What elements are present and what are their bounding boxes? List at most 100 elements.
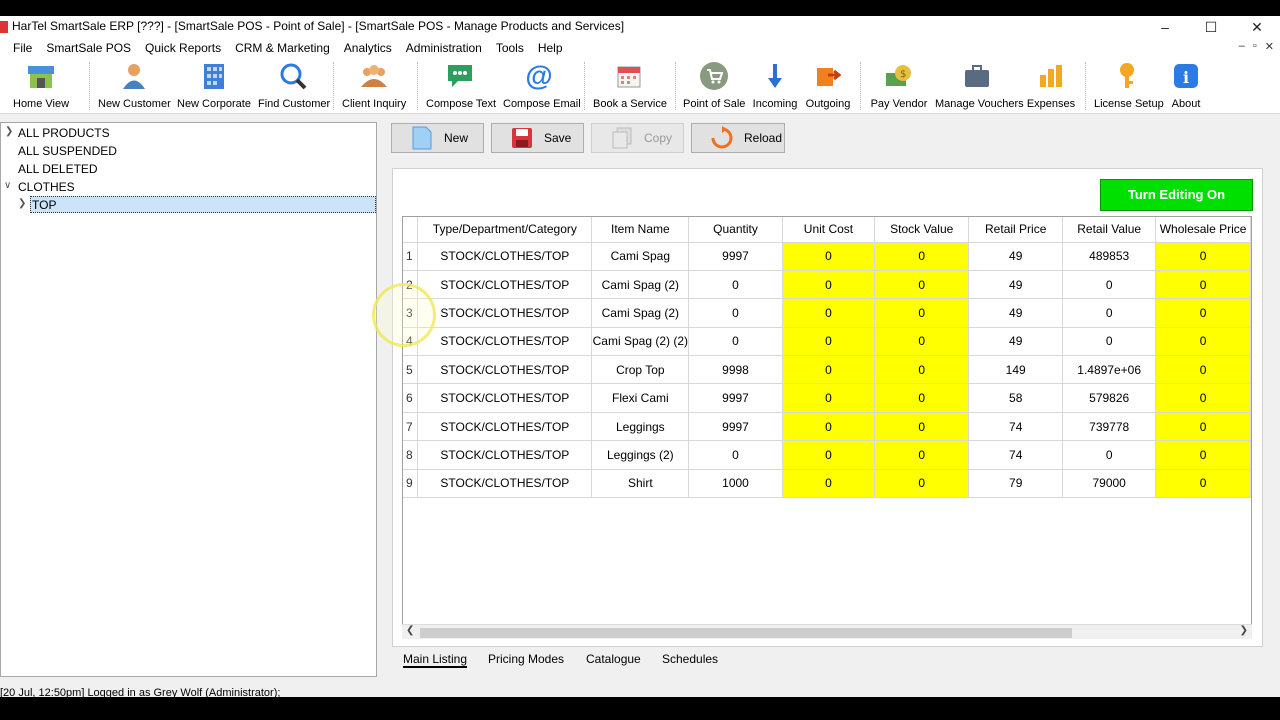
horizontal-scrollbar[interactable]: ❮ ❯ xyxy=(402,624,1252,639)
tree-item-top[interactable]: TOP xyxy=(32,198,56,212)
column-header[interactable]: Type/Department/Category xyxy=(417,217,593,243)
cell-type[interactable]: STOCK/CLOTHES/TOP xyxy=(417,242,593,271)
pay-vendor-button[interactable]: $ Pay Vendor xyxy=(869,62,929,112)
tree-item-all-products[interactable]: ALL PRODUCTS xyxy=(18,126,110,140)
column-header[interactable]: Wholesale Price xyxy=(1155,217,1251,243)
menu-tools[interactable]: Tools xyxy=(489,41,531,55)
new-customer-button[interactable]: New Customer xyxy=(98,62,171,112)
chevron-right-icon[interactable]: ❯ xyxy=(5,126,13,137)
new-corporate-button[interactable]: New Corporate xyxy=(177,62,251,112)
cell-item[interactable]: Leggings xyxy=(591,412,690,442)
tab-catalogue[interactable]: Catalogue xyxy=(586,650,641,668)
table-row[interactable]: 8 STOCK/CLOTHES/TOP Leggings (2) 0 0 0 74 0 0 xyxy=(403,440,1251,470)
about-button[interactable]: i About xyxy=(1168,62,1204,112)
cell-type[interactable]: STOCK/CLOTHES/TOP xyxy=(417,270,593,300)
cell-type[interactable]: STOCK/CLOTHES/TOP xyxy=(417,440,593,470)
copy-button[interactable]: Copy xyxy=(591,123,684,153)
cell-unit-cost[interactable]: 0 xyxy=(782,298,876,328)
cell-stock-value[interactable]: 0 xyxy=(874,440,970,470)
save-button[interactable]: Save xyxy=(491,123,584,153)
cell-qty[interactable]: 0 xyxy=(688,440,783,470)
column-header[interactable]: Quantity xyxy=(688,217,783,243)
scrollbar-thumb[interactable] xyxy=(420,628,1072,638)
cell-stock-value[interactable]: 0 xyxy=(874,383,970,413)
cell-retail-value[interactable]: 489853 xyxy=(1062,242,1157,271)
cell-qty[interactable]: 9997 xyxy=(688,242,783,271)
cell-retail-price[interactable]: 49 xyxy=(968,327,1064,357)
table-row[interactable]: 1 STOCK/CLOTHES/TOP Cami Spag 9997 0 0 49 48985… xyxy=(403,242,1251,271)
point-of-sale-button[interactable]: Point of Sale xyxy=(683,62,745,112)
cell-type[interactable]: STOCK/CLOTHES/TOP xyxy=(417,412,593,442)
compose-email-button[interactable]: @ Compose Email xyxy=(503,62,581,112)
cell-item[interactable]: Leggings (2) xyxy=(591,440,690,470)
table-row[interactable]: 3 STOCK/CLOTHES/TOP Cami Spag (2) 0 0 0 49 0 0 xyxy=(403,298,1251,328)
cell-unit-cost[interactable]: 0 xyxy=(782,355,876,385)
menu-smartsale-pos[interactable]: SmartSale POS xyxy=(39,41,138,55)
maximize-button[interactable]: ☐ xyxy=(1188,16,1234,38)
cell-item[interactable]: Cami Spag xyxy=(591,242,690,271)
manage-vouchers-button[interactable]: Manage Vouchers xyxy=(935,62,1024,112)
find-customer-button[interactable]: Find Customer xyxy=(258,62,330,112)
incoming-button[interactable]: Incoming xyxy=(752,62,798,112)
cell-item[interactable]: Cami Spag (2) (2) xyxy=(591,327,690,357)
menu-crm-marketing[interactable]: CRM & Marketing xyxy=(228,41,337,55)
home-view-button[interactable]: Home View xyxy=(13,62,69,112)
cell-retail-value[interactable]: 0 xyxy=(1062,270,1157,300)
cell-type[interactable]: STOCK/CLOTHES/TOP xyxy=(417,469,593,499)
cell-qty[interactable]: 9998 xyxy=(688,355,783,385)
table-row[interactable]: 4 STOCK/CLOTHES/TOP Cami Spag (2) (2) 0 0 0 49… xyxy=(403,327,1251,357)
cell-item[interactable]: Shirt xyxy=(591,469,690,499)
table-row[interactable]: 9 STOCK/CLOTHES/TOP Shirt 1000 0 0 79 79000 0 xyxy=(403,469,1251,499)
cell-stock-value[interactable]: 0 xyxy=(874,327,970,357)
close-button[interactable]: ✕ xyxy=(1234,16,1280,38)
mdi-minimize-button[interactable]: – xyxy=(1239,40,1245,53)
expenses-button[interactable]: Expenses xyxy=(1026,62,1076,112)
cell-retail-value[interactable]: 579826 xyxy=(1062,383,1157,413)
tree-item-all-suspended[interactable]: ALL SUSPENDED xyxy=(18,144,117,158)
cell-wholesale[interactable]: 0 xyxy=(1155,412,1251,442)
cell-unit-cost[interactable]: 0 xyxy=(782,242,876,271)
cell-stock-value[interactable]: 0 xyxy=(874,298,970,328)
tree-item-all-deleted[interactable]: ALL DELETED xyxy=(18,162,98,176)
cell-unit-cost[interactable]: 0 xyxy=(782,440,876,470)
menu-administration[interactable]: Administration xyxy=(399,41,489,55)
cell-wholesale[interactable]: 0 xyxy=(1155,242,1251,271)
cell-qty[interactable]: 9997 xyxy=(688,412,783,442)
cell-type[interactable]: STOCK/CLOTHES/TOP xyxy=(417,355,593,385)
cell-type[interactable]: STOCK/CLOTHES/TOP xyxy=(417,298,593,328)
cell-retail-value[interactable]: 0 xyxy=(1062,298,1157,328)
scroll-left-icon[interactable]: ❮ xyxy=(406,625,414,636)
cell-stock-value[interactable]: 0 xyxy=(874,270,970,300)
cell-retail-value[interactable]: 739778 xyxy=(1062,412,1157,442)
outgoing-button[interactable]: Outgoing xyxy=(805,62,851,112)
cell-unit-cost[interactable]: 0 xyxy=(782,383,876,413)
tab-main-listing[interactable]: Main Listing xyxy=(403,650,468,668)
cell-wholesale[interactable]: 0 xyxy=(1155,270,1251,300)
menu-help[interactable]: Help xyxy=(531,41,570,55)
column-header[interactable]: Retail Value xyxy=(1062,217,1157,243)
products-grid[interactable]: Type/Department/Category Item Name Quant… xyxy=(402,216,1252,639)
mdi-restore-button[interactable]: ▫ xyxy=(1253,40,1257,53)
table-row[interactable]: 2 STOCK/CLOTHES/TOP Cami Spag (2) 0 0 0 49 0 0 xyxy=(403,270,1251,300)
cell-stock-value[interactable]: 0 xyxy=(874,355,970,385)
cell-item[interactable]: Flexi Cami xyxy=(591,383,690,413)
tab-pricing-modes[interactable]: Pricing Modes xyxy=(488,650,564,668)
book-service-button[interactable]: Book a Service xyxy=(593,62,667,112)
cell-retail-price[interactable]: 74 xyxy=(968,440,1064,470)
cell-retail-value[interactable]: 0 xyxy=(1062,327,1157,357)
cell-retail-value[interactable]: 79000 xyxy=(1062,469,1157,499)
cell-unit-cost[interactable]: 0 xyxy=(782,469,876,499)
cell-unit-cost[interactable]: 0 xyxy=(782,270,876,300)
cell-qty[interactable]: 0 xyxy=(688,298,783,328)
cell-stock-value[interactable]: 0 xyxy=(874,469,970,499)
column-header[interactable]: Stock Value xyxy=(874,217,970,243)
cell-wholesale[interactable]: 0 xyxy=(1155,327,1251,357)
cell-retail-value[interactable]: 1.4897e+06 xyxy=(1062,355,1157,385)
cell-retail-price[interactable]: 79 xyxy=(968,469,1064,499)
category-tree[interactable]: ❯ ALL PRODUCTS ALL SUSPENDED ALL DELETED… xyxy=(0,122,377,677)
menu-quick-reports[interactable]: Quick Reports xyxy=(138,41,228,55)
cell-wholesale[interactable]: 0 xyxy=(1155,383,1251,413)
cell-wholesale[interactable]: 0 xyxy=(1155,469,1251,499)
cell-retail-price[interactable]: 74 xyxy=(968,412,1064,442)
cell-type[interactable]: STOCK/CLOTHES/TOP xyxy=(417,327,593,357)
